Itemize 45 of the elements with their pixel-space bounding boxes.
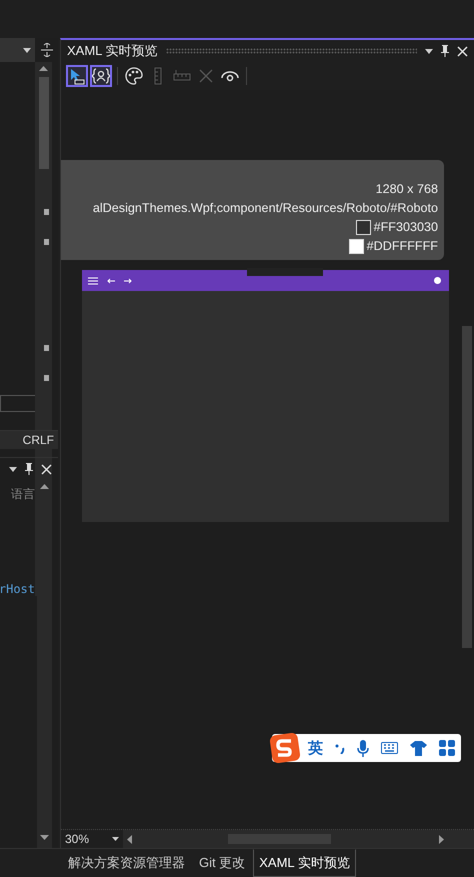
caret-icon[interactable]: [425, 48, 433, 54]
scrollbar-thumb[interactable]: [38, 77, 48, 169]
pin-icon[interactable]: [25, 463, 33, 475]
marker-icon: [44, 209, 49, 215]
scroll-up-icon[interactable]: [39, 66, 48, 71]
element-select-icon[interactable]: [66, 65, 88, 87]
scroll-left-icon[interactable]: [127, 834, 132, 844]
color-value: #DDFFFFFF: [366, 238, 438, 255]
back-arrow-icon: [107, 278, 115, 284]
close-icon[interactable]: [41, 464, 52, 474]
input-mode-toggle[interactable]: 英: [308, 738, 323, 758]
microphone-icon[interactable]: [357, 740, 369, 756]
panel-title: XAML 实时预览: [67, 42, 158, 60]
marker-icon: [44, 375, 49, 381]
shirt-icon[interactable]: [410, 740, 427, 756]
scroll-right-icon[interactable]: [439, 834, 444, 844]
resolution-text: 1280 x 768: [376, 181, 438, 198]
split-icon[interactable]: [40, 43, 52, 57]
ime-logo-icon[interactable]: [270, 733, 300, 763]
panel-tab[interactable]: 解决方案资源管理器: [62, 849, 191, 877]
close-icon[interactable]: [457, 46, 468, 56]
scroll-down-icon[interactable]: [40, 835, 49, 840]
keyboard-icon[interactable]: [381, 742, 398, 754]
forward-arrow-icon: [124, 278, 132, 284]
code-text: rHost: [0, 582, 35, 596]
scroll-up-icon[interactable]: [40, 484, 49, 489]
caret-icon[interactable]: [112, 837, 119, 841]
punctuation-icon[interactable]: [335, 742, 345, 754]
adorner-icon[interactable]: [90, 65, 112, 87]
column-header: 语言: [11, 487, 35, 501]
panel-tab[interactable]: XAML 实时预览: [253, 849, 356, 877]
palette-icon[interactable]: [123, 65, 145, 87]
caret-icon[interactable]: [9, 466, 17, 472]
grid-icon[interactable]: [439, 740, 455, 756]
panel-tab[interactable]: Git 更改: [193, 849, 252, 877]
circle-icon: [434, 277, 441, 284]
marker-icon: [44, 345, 49, 351]
menu-icon: [88, 276, 98, 284]
font-family-text: alDesignThemes.Wpf;component/Resources/Roboto/#Roboto: [92, 200, 438, 217]
color-value: #FF303030: [374, 219, 438, 236]
pin-icon[interactable]: [441, 45, 449, 57]
caret-icon[interactable]: [23, 48, 31, 52]
file-dropdown[interactable]: [0, 38, 35, 62]
marker-icon: [44, 239, 49, 245]
scrollbar-thumb[interactable]: [462, 326, 472, 648]
